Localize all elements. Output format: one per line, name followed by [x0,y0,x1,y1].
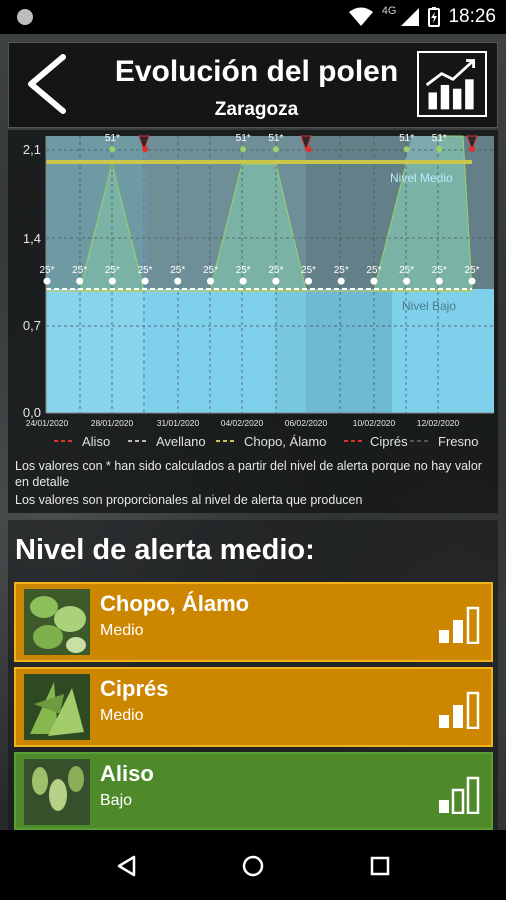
low-level-band [276,289,306,413]
data-point [108,277,116,285]
back-arrow-icon[interactable] [23,53,71,115]
notification-icon [17,9,33,25]
data-point [403,277,411,285]
data-point [109,146,116,153]
network-type: 4G [381,5,397,17]
low-level-band [306,289,392,413]
data-label: 25* [334,265,349,276]
app-header: Evolución del polen Zaragoza [8,42,498,128]
signal-icon [401,8,420,26]
data-point [272,146,279,153]
data-point [403,146,410,153]
note-proportional-values: Los valores son proporcionales al nivel … [15,493,363,507]
level-bajo-label: Nivel Bajo [402,299,456,313]
data-label: 25* [39,265,54,276]
data-point [239,277,247,285]
legend-item: Aliso [82,434,110,449]
wifi-icon [348,7,373,26]
nav-home-icon[interactable] [242,855,264,877]
x-tick-label: 12/02/2020 [417,418,460,428]
data-point [240,146,247,153]
clock: 18:26 [448,6,496,27]
data-label: 51* [399,133,414,144]
pollen-level: Bajo [100,792,133,809]
data-point [43,277,51,285]
x-tick-label: 04/02/2020 [221,418,264,428]
data-point [206,277,214,285]
level-bars-icon [439,606,480,644]
data-label: 25* [203,265,218,276]
data-point [337,277,345,285]
status-bar: 4G 18:26 [0,0,506,34]
x-tick-label: 06/02/2020 [285,418,328,428]
data-point [174,277,182,285]
cipres-leaf-image [24,674,90,740]
alert-section: Nivel de alerta medio: Chopo, Álamo Medi… [8,520,498,830]
nav-recents-icon[interactable] [370,856,390,876]
page-title: Evolución del polen [114,55,399,88]
pollen-level: Medio [100,707,144,724]
data-point [469,146,475,153]
y-tick-label: 2,1 [23,142,41,157]
low-level-band [46,289,146,413]
data-label: 25* [432,265,447,276]
data-point [370,277,378,285]
data-label: 25* [399,265,414,276]
data-point [305,277,313,285]
legend-item: Avellano [156,434,206,449]
nav-back-icon[interactable] [116,855,138,877]
y-tick-label: 0,7 [23,318,41,333]
data-label: 25* [366,265,381,276]
level-medio-label: Nivel Medio [390,171,453,185]
note-estimated-values: Los valores con * han sido calculados a … [15,459,482,489]
data-label: 51* [236,133,251,144]
data-point [141,277,149,285]
aliso-catkin-image [24,759,90,825]
pollen-name: Chopo, Álamo [100,591,250,616]
data-point [468,277,476,285]
pollen-card-aliso[interactable]: Aliso Bajo [14,752,493,830]
data-point [76,277,84,285]
pollen-card-cipres[interactable]: Ciprés Medio [14,667,493,747]
data-label: 25* [138,265,153,276]
x-tick-label: 10/02/2020 [353,418,396,428]
data-label: 25* [105,265,120,276]
system-nav-bar [0,830,506,900]
data-label: 25* [268,265,283,276]
pollen-card-chopo[interactable]: Chopo, Álamo Medio [14,582,493,662]
city-name: Zaragoza [214,99,299,120]
data-label: 51* [432,133,447,144]
y-tick-label: 1,4 [23,231,41,246]
data-label: 25* [72,265,87,276]
data-label: 25* [301,265,316,276]
data-label: 25* [170,265,185,276]
legend-item: Chopo, Álamo [244,434,326,449]
data-point [305,146,312,153]
chart-panel: 2,1 1,4 0,7 0,0 24/01/2020 28/01/2020 31… [8,130,498,513]
data-point [436,146,443,153]
x-tick-label: 28/01/2020 [91,418,134,428]
chart-growth-icon[interactable] [417,51,487,117]
battery-icon [428,7,441,27]
data-label: 51* [268,133,283,144]
chart-legend: Aliso Avellano Chopo, Álamo Ciprés Fresn… [28,432,498,450]
pollen-chart[interactable]: 2,1 1,4 0,7 0,0 24/01/2020 28/01/2020 31… [8,130,498,430]
x-tick-label: 24/01/2020 [26,418,69,428]
pollen-level: Medio [100,622,144,639]
data-point [435,277,443,285]
data-label: 51* [105,133,120,144]
data-label: 25* [464,265,479,276]
level-bars-icon [439,776,480,814]
chopo-leaf-image [24,589,90,655]
legend-item: Fresno [438,434,478,449]
data-point [142,146,149,153]
pollen-name: Aliso [100,761,154,786]
level-bars-icon [439,691,480,729]
legend-item: Ciprés [370,434,408,449]
pollen-name: Ciprés [100,676,169,701]
data-point [272,277,280,285]
data-label: 25* [236,265,251,276]
x-tick-label: 31/01/2020 [157,418,200,428]
alert-title: Nivel de alerta medio: [15,534,315,566]
